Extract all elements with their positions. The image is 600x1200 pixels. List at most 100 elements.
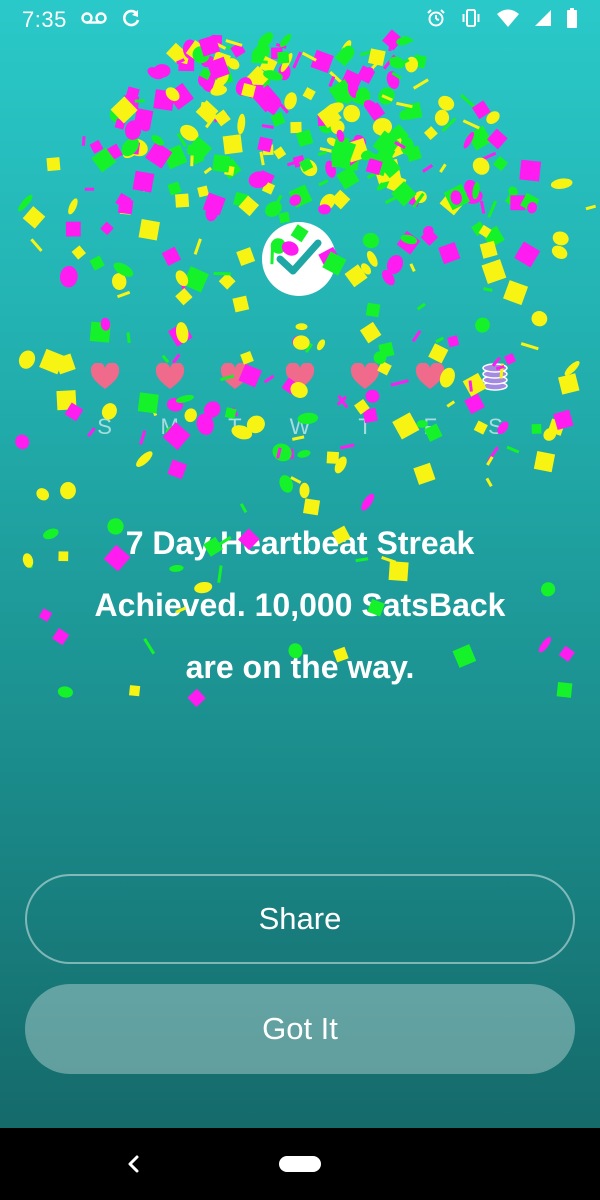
confetti-piece — [467, 125, 493, 151]
confetti-piece — [261, 181, 276, 195]
confetti-piece — [381, 269, 395, 286]
confetti-piece — [215, 72, 229, 88]
confetti-piece — [483, 287, 493, 292]
confetti-piece — [121, 137, 140, 157]
confetti-piece — [340, 40, 352, 58]
confetti-piece — [179, 280, 188, 295]
confetti-piece — [264, 95, 282, 109]
confetti-piece — [162, 144, 188, 170]
confetti-piece — [153, 64, 171, 78]
confetti-piece — [401, 139, 412, 152]
confetti-piece — [265, 201, 282, 217]
confetti-piece — [280, 53, 293, 72]
back-icon[interactable] — [118, 1146, 148, 1182]
confetti-piece — [300, 159, 318, 177]
confetti-piece — [365, 152, 390, 177]
confetti-piece — [360, 49, 376, 57]
heart-icon — [88, 360, 122, 394]
confetti-piece — [377, 158, 402, 183]
confetti-piece — [126, 332, 131, 344]
battery-icon — [566, 7, 578, 33]
confetti-piece — [459, 93, 476, 108]
confetti-piece — [367, 60, 380, 74]
confetti-piece — [241, 83, 256, 98]
confetti-piece — [487, 200, 498, 218]
status-time: 7:35 — [22, 7, 67, 32]
confetti-piece — [190, 150, 205, 165]
confetti-piece — [59, 266, 78, 288]
confetti-piece — [138, 219, 160, 241]
confetti-piece — [533, 451, 556, 473]
confetti-piece — [471, 100, 491, 120]
confetti-piece — [396, 101, 413, 109]
confetti-piece — [366, 170, 381, 179]
confetti-piece — [302, 87, 316, 101]
confetti-piece — [463, 131, 475, 149]
confetti-piece — [340, 89, 352, 104]
confetti-piece — [290, 121, 302, 134]
confetti-piece — [175, 193, 190, 208]
confetti-piece — [213, 113, 229, 123]
got-it-button[interactable]: Got It — [25, 984, 575, 1074]
confetti-piece — [318, 204, 331, 215]
confetti-piece — [487, 446, 499, 463]
confetti-piece — [413, 462, 436, 485]
confetti-piece — [165, 87, 180, 102]
confetti-piece — [412, 54, 427, 69]
confetti-piece — [225, 39, 243, 47]
confetti-piece — [201, 55, 215, 68]
confetti-piece — [298, 157, 314, 173]
confetti-piece — [68, 198, 78, 215]
confetti-piece — [133, 108, 154, 128]
confetti-piece — [185, 40, 209, 63]
sync-icon — [121, 8, 141, 33]
confetti-piece — [264, 99, 281, 116]
confetti-piece — [18, 350, 36, 369]
streak-message: 7 Day Heartbeat Streak Achieved. 10,000 … — [94, 525, 506, 685]
confetti-piece — [139, 121, 151, 132]
streak-day: F — [398, 360, 463, 440]
confetti-piece — [233, 191, 249, 208]
confetti-piece — [122, 141, 141, 159]
confetti-piece — [186, 136, 212, 163]
confetti-piece — [439, 189, 466, 216]
confetti-piece — [422, 164, 434, 173]
heart-icon — [413, 360, 447, 394]
share-button[interactable]: Share — [25, 874, 575, 964]
confetti-piece — [237, 113, 246, 135]
navigation-bar — [0, 1128, 600, 1200]
confetti-piece — [150, 147, 156, 158]
alarm-icon — [426, 8, 446, 33]
confetti-piece — [212, 79, 225, 92]
confetti-piece — [462, 119, 480, 130]
confetti-piece — [141, 177, 154, 192]
streak-day: S — [72, 360, 137, 440]
confetti-piece — [288, 184, 313, 208]
confetti-piece — [117, 198, 134, 215]
confetti-piece — [399, 110, 410, 121]
confetti-piece — [435, 336, 445, 344]
confetti-piece — [344, 137, 370, 163]
confetti-piece — [486, 128, 508, 150]
confetti-piece — [328, 76, 336, 87]
confetti-piece — [412, 78, 429, 90]
confetti-piece — [486, 456, 494, 466]
confetti-piece — [404, 102, 423, 121]
streak-day: T — [202, 360, 267, 440]
confetti-piece — [382, 54, 396, 70]
confetti-piece — [25, 558, 34, 569]
confetti-piece — [381, 94, 393, 102]
streak-day: M — [137, 360, 202, 440]
confetti-piece — [471, 221, 486, 237]
confetti-piece — [384, 194, 400, 205]
home-icon[interactable] — [279, 1156, 321, 1172]
day-letter: F — [423, 414, 437, 439]
confetti-piece — [259, 56, 278, 75]
heart-icon — [348, 360, 382, 394]
streak-day: W — [267, 360, 332, 440]
confetti-piece — [409, 263, 416, 273]
confetti-piece — [356, 65, 376, 84]
confetti-piece — [167, 459, 188, 480]
confetti-piece — [89, 321, 111, 343]
confetti-piece — [276, 447, 282, 459]
